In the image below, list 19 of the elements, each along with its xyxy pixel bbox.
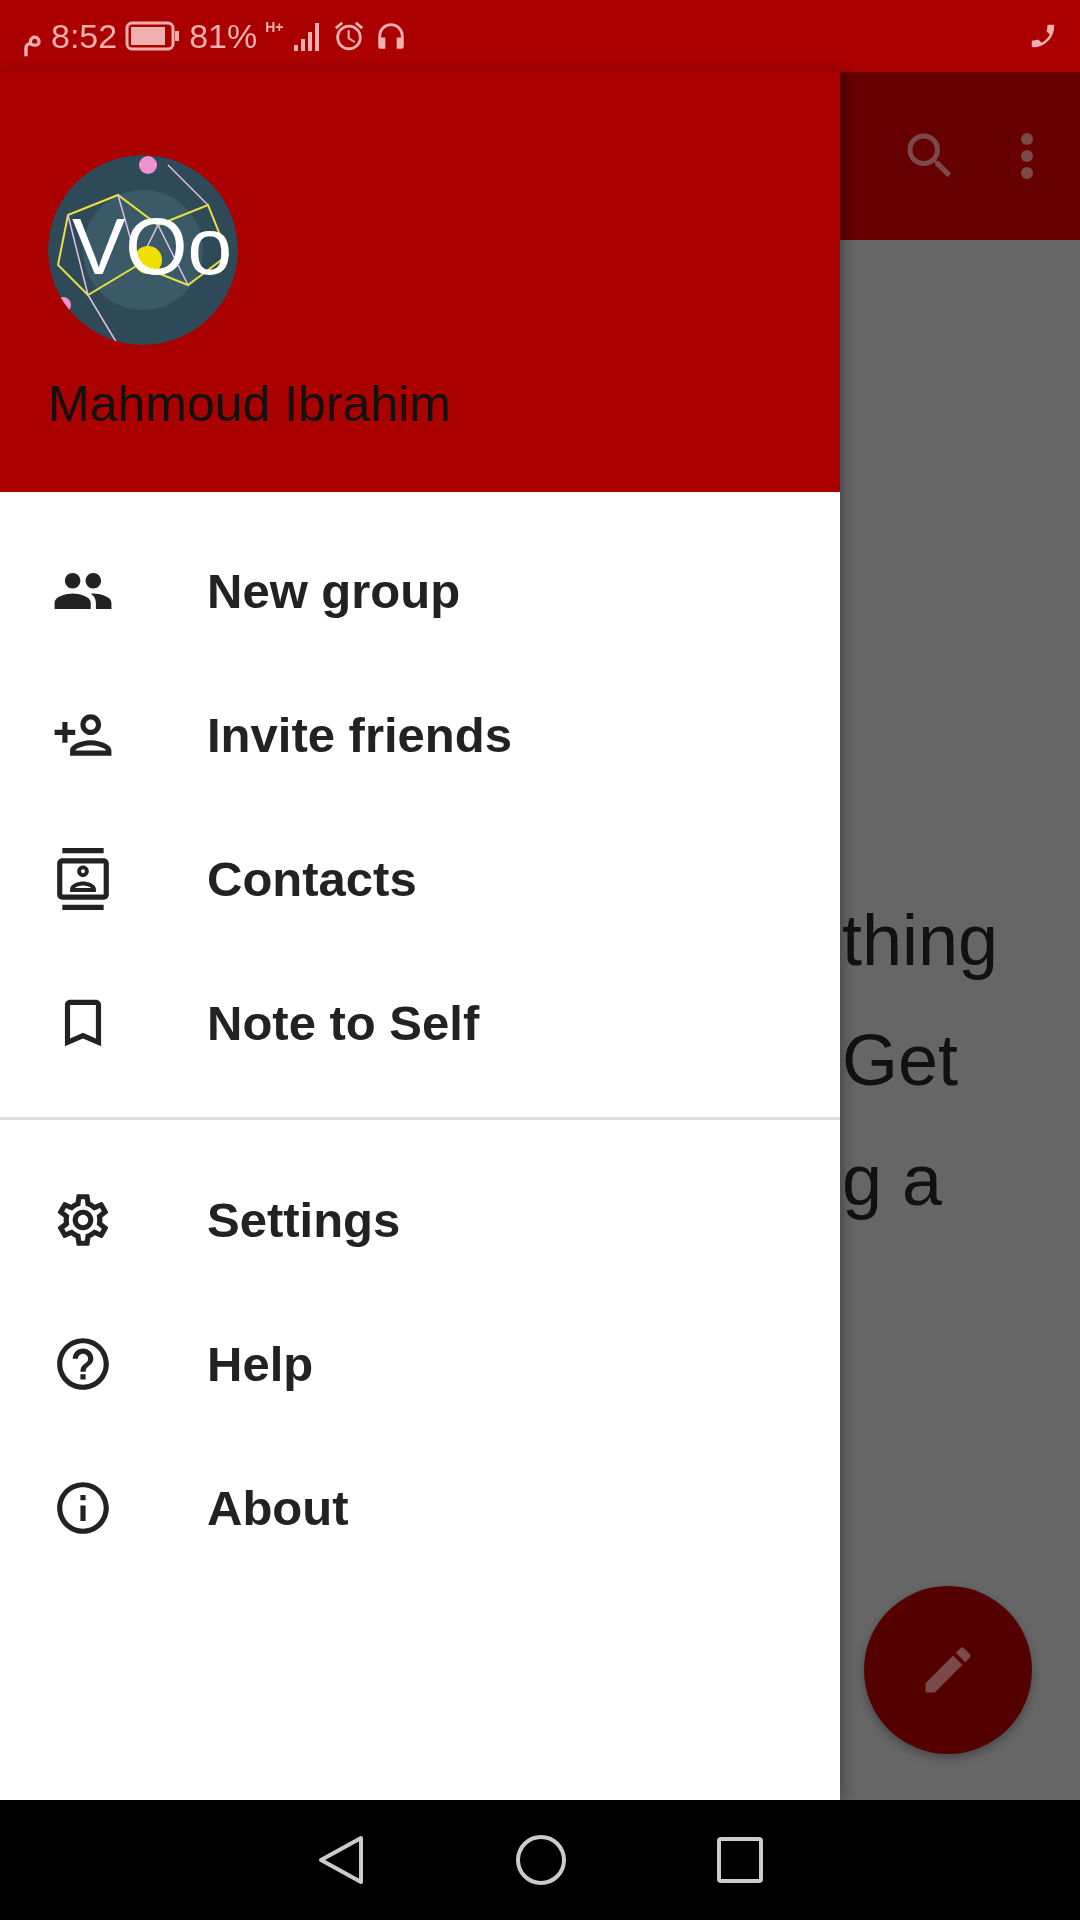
clock-time: 8:52 [51,16,118,56]
recents-icon[interactable] [717,1837,763,1883]
profile-name: Mahmoud Ibrahim [48,375,452,433]
menu-item[interactable]: Settings [0,1148,840,1292]
background-text: g a [842,1139,944,1222]
menu-item[interactable]: Help [0,1292,840,1436]
menu-item[interactable]: Note to Self [0,951,840,1095]
home-icon[interactable] [515,1834,567,1886]
battery-percent: 81% [189,16,258,56]
background-text: Get [842,1019,960,1102]
menu-item[interactable]: New group [0,519,840,663]
back-icon[interactable] [317,1834,365,1886]
menu-item[interactable]: Contacts [0,807,840,951]
menu-item[interactable]: Invite friends [0,663,840,807]
network-type: H+ [265,20,284,34]
menu-item[interactable]: About [0,1436,840,1580]
battery-icon [125,21,182,51]
background-text: thing [842,899,1000,982]
time-period: م [22,16,43,56]
